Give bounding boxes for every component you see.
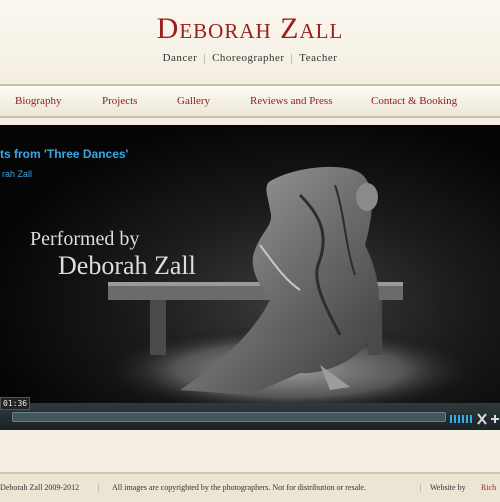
- video-controls: 01:36: [0, 397, 500, 430]
- progress-bar[interactable]: [12, 412, 446, 422]
- video-player: ts from 'Three Dances' rah Zall Performe…: [0, 125, 500, 430]
- nav-contact-booking[interactable]: Contact & Booking: [371, 95, 457, 107]
- site-footer: Deborah Zall 2009-2012 | All images are …: [0, 472, 500, 502]
- nav-biography[interactable]: Biography: [15, 95, 61, 107]
- video-title[interactable]: ts from 'Three Dances': [0, 147, 128, 161]
- tagline-choreographer: Choreographer: [212, 52, 285, 64]
- fullscreen-icon[interactable]: [477, 410, 487, 429]
- footer-notice: All images are copyrighted by the photog…: [112, 483, 366, 492]
- nav-gallery[interactable]: Gallery: [177, 95, 210, 107]
- timecode: 01:36: [0, 397, 31, 410]
- footer-divider: |: [98, 483, 100, 492]
- footer-divider: |: [420, 483, 422, 492]
- main-nav: Biography Projects Gallery Reviews and P…: [0, 84, 500, 118]
- site-title[interactable]: Deborah Zall: [0, 12, 500, 46]
- tagline-dancer: Dancer: [162, 52, 198, 64]
- overlay-text-line2: Deborah Zall: [58, 251, 196, 280]
- video-byline[interactable]: rah Zall: [0, 168, 35, 180]
- video-canvas[interactable]: ts from 'Three Dances' rah Zall Performe…: [0, 125, 500, 403]
- nav-projects[interactable]: Projects: [102, 95, 137, 107]
- tagline: Dancer | Choreographer | Teacher: [162, 52, 338, 64]
- footer-copyright: Deborah Zall 2009-2012: [0, 483, 80, 492]
- tagline-teacher: Teacher: [299, 52, 338, 64]
- footer-credit-prefix: Website by: [430, 483, 466, 492]
- overlay-text-line1: Performed by: [30, 228, 140, 250]
- site-header: Deborah Zall Dancer | Choreographer | Teache…: [0, 0, 500, 82]
- nav-reviews-and-press[interactable]: Reviews and Press: [250, 95, 333, 107]
- volume-icon[interactable]: [450, 410, 472, 429]
- share-icon[interactable]: [490, 410, 500, 429]
- footer-credit-link[interactable]: Rich: [481, 483, 496, 492]
